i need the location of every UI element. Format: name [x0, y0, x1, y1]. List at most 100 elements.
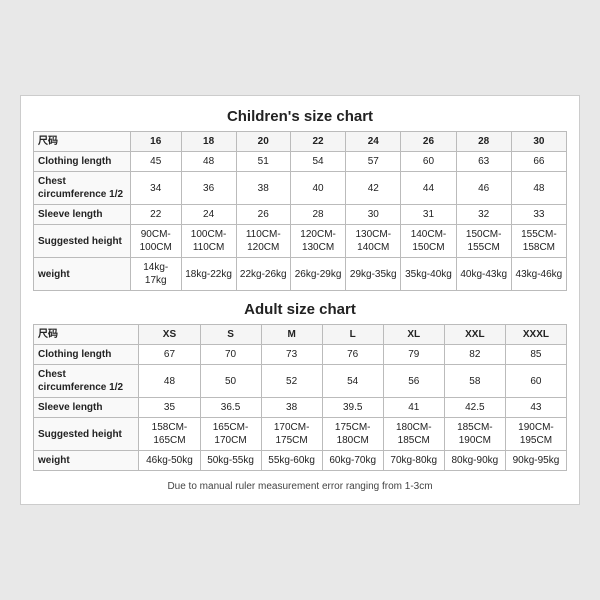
row-label: Sleeve length — [34, 398, 139, 418]
row-label: Chest circumference 1/2 — [34, 365, 139, 398]
row-label: Clothing length — [34, 345, 139, 365]
column-header-xl: XL — [383, 325, 444, 345]
column-header-l: L — [322, 325, 383, 345]
table-cell: 85 — [505, 345, 566, 365]
adult-chart-title: Adult size chart — [33, 301, 567, 318]
table-cell: 158CM-165CM — [139, 418, 200, 451]
table-cell: 66 — [511, 152, 566, 172]
table-row: Suggested height158CM-165CM165CM-170CM17… — [34, 418, 567, 451]
table-cell: 50 — [200, 365, 261, 398]
table-cell: 165CM-170CM — [200, 418, 261, 451]
table-cell: 180CM-185CM — [383, 418, 444, 451]
table-row: Chest circumference 1/248505254565860 — [34, 365, 567, 398]
table-cell: 42.5 — [444, 398, 505, 418]
table-cell: 42 — [346, 172, 401, 205]
table-cell: 76 — [322, 345, 383, 365]
table-cell: 18kg-22kg — [181, 258, 236, 291]
column-header-20: 20 — [236, 132, 290, 152]
table-cell: 32 — [456, 205, 511, 225]
table-cell: 54 — [322, 365, 383, 398]
table-cell: 100CM-110CM — [181, 225, 236, 258]
column-header-16: 16 — [130, 132, 181, 152]
table-cell: 24 — [181, 205, 236, 225]
table-cell: 22kg-26kg — [236, 258, 290, 291]
column-header-s: S — [200, 325, 261, 345]
table-cell: 82 — [444, 345, 505, 365]
table-cell: 26kg-29kg — [290, 258, 345, 291]
table-cell: 150CM-155CM — [456, 225, 511, 258]
column-header-26: 26 — [401, 132, 456, 152]
row-label: Suggested height — [34, 225, 131, 258]
row-label: weight — [34, 258, 131, 291]
column-header-xxxl: XXXL — [505, 325, 566, 345]
table-cell: 51 — [236, 152, 290, 172]
children-chart-title: Children's size chart — [33, 108, 567, 125]
table-cell: 36 — [181, 172, 236, 205]
table-cell: 70kg-80kg — [383, 451, 444, 471]
table-cell: 31 — [401, 205, 456, 225]
table-row: Clothing length4548515457606366 — [34, 152, 567, 172]
size-chart-container: Children's size chart 尺码1618202224262830… — [20, 95, 580, 505]
table-cell: 14kg-17kg — [130, 258, 181, 291]
table-cell: 29kg-35kg — [346, 258, 401, 291]
table-cell: 30 — [346, 205, 401, 225]
table-cell: 36.5 — [200, 398, 261, 418]
table-cell: 190CM-195CM — [505, 418, 566, 451]
table-cell: 58 — [444, 365, 505, 398]
table-cell: 90kg-95kg — [505, 451, 566, 471]
table-cell: 34 — [130, 172, 181, 205]
table-cell: 26 — [236, 205, 290, 225]
table-cell: 38 — [261, 398, 322, 418]
column-header-尺码: 尺码 — [34, 132, 131, 152]
table-cell: 130CM-140CM — [346, 225, 401, 258]
table-cell: 79 — [383, 345, 444, 365]
table-cell: 45 — [130, 152, 181, 172]
table-cell: 44 — [401, 172, 456, 205]
table-cell: 28 — [290, 205, 345, 225]
table-cell: 22 — [130, 205, 181, 225]
table-cell: 43 — [505, 398, 566, 418]
table-cell: 48 — [139, 365, 200, 398]
table-row: Clothing length67707376798285 — [34, 345, 567, 365]
table-cell: 46kg-50kg — [139, 451, 200, 471]
table-cell: 90CM-100CM — [130, 225, 181, 258]
table-cell: 39.5 — [322, 398, 383, 418]
table-cell: 60 — [505, 365, 566, 398]
column-header-22: 22 — [290, 132, 345, 152]
column-header-xxl: XXL — [444, 325, 505, 345]
table-cell: 35kg-40kg — [401, 258, 456, 291]
table-cell: 43kg-46kg — [511, 258, 566, 291]
column-header-30: 30 — [511, 132, 566, 152]
table-cell: 41 — [383, 398, 444, 418]
table-cell: 73 — [261, 345, 322, 365]
column-header-尺码: 尺码 — [34, 325, 139, 345]
table-cell: 48 — [181, 152, 236, 172]
table-cell: 35 — [139, 398, 200, 418]
adult-size-table: 尺码XSSMLXLXXLXXXL Clothing length67707376… — [33, 324, 567, 471]
column-header-28: 28 — [456, 132, 511, 152]
table-cell: 70 — [200, 345, 261, 365]
table-cell: 80kg-90kg — [444, 451, 505, 471]
table-cell: 54 — [290, 152, 345, 172]
table-cell: 110CM-120CM — [236, 225, 290, 258]
table-cell: 46 — [456, 172, 511, 205]
table-cell: 52 — [261, 365, 322, 398]
children-size-table: 尺码1618202224262830 Clothing length454851… — [33, 131, 567, 291]
table-cell: 38 — [236, 172, 290, 205]
table-cell: 48 — [511, 172, 566, 205]
row-label: weight — [34, 451, 139, 471]
column-header-m: M — [261, 325, 322, 345]
measurement-note: Due to manual ruler measurement error ra… — [33, 481, 567, 492]
table-cell: 155CM-158CM — [511, 225, 566, 258]
table-cell: 56 — [383, 365, 444, 398]
table-cell: 60kg-70kg — [322, 451, 383, 471]
table-cell: 63 — [456, 152, 511, 172]
column-header-18: 18 — [181, 132, 236, 152]
table-cell: 185CM-190CM — [444, 418, 505, 451]
table-cell: 57 — [346, 152, 401, 172]
table-cell: 33 — [511, 205, 566, 225]
table-cell: 40kg-43kg — [456, 258, 511, 291]
row-label: Chest circumference 1/2 — [34, 172, 131, 205]
row-label: Clothing length — [34, 152, 131, 172]
table-cell: 140CM-150CM — [401, 225, 456, 258]
